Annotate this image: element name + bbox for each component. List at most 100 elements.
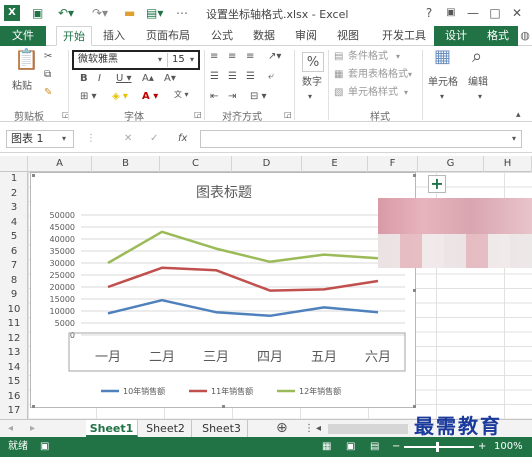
row-header[interactable]: 15: [0, 375, 28, 389]
paste-icon[interactable]: 📋: [14, 49, 39, 69]
zoom-slider-thumb[interactable]: [436, 442, 439, 452]
italic-icon[interactable]: I: [98, 72, 101, 86]
sheet-tab[interactable]: Sheet1: [86, 420, 138, 437]
chevron-down-icon[interactable]: ▾: [440, 90, 444, 104]
select-all-corner[interactable]: [0, 156, 28, 172]
tab-page-layout[interactable]: 页面布局: [138, 26, 198, 46]
new-sheet-icon[interactable]: ⊕: [276, 421, 288, 435]
format-painter-icon[interactable]: ✎: [44, 86, 52, 100]
phonetic-icon[interactable]: 文 ▾: [174, 88, 189, 102]
row-header[interactable]: 2: [0, 187, 28, 201]
tab-format[interactable]: 格式: [478, 26, 518, 46]
normal-view-icon[interactable]: ▦: [322, 440, 331, 454]
column-header[interactable]: C: [160, 156, 232, 172]
font-name-field[interactable]: 微软雅黑: [76, 53, 168, 67]
dialog-launcher-icon[interactable]: ◲: [194, 108, 202, 122]
row-header[interactable]: 3: [0, 201, 28, 215]
align-middle-icon[interactable]: ≡: [228, 50, 236, 64]
column-header[interactable]: D: [232, 156, 302, 172]
row-header[interactable]: 12: [0, 332, 28, 346]
legend-label[interactable]: 11年销售额: [211, 386, 253, 396]
font-color-icon[interactable]: A ▾: [142, 90, 158, 104]
column-header[interactable]: H: [484, 156, 532, 172]
horizontal-scrollbar[interactable]: [328, 424, 408, 434]
macro-record-icon[interactable]: ▣: [40, 440, 49, 454]
minimize-button[interactable]: —: [464, 4, 482, 22]
page-layout-view-icon[interactable]: ▣: [346, 440, 355, 454]
series-line-0[interactable]: [107, 298, 379, 318]
save-icon[interactable]: ▣: [32, 4, 43, 22]
row-header[interactable]: 7: [0, 259, 28, 273]
find-icon[interactable]: ⌕: [472, 48, 482, 66]
folder-icon[interactable]: ▬: [124, 4, 135, 22]
tab-home[interactable]: 开始: [56, 26, 92, 46]
column-header[interactable]: E: [302, 156, 368, 172]
grow-font-icon[interactable]: A▴: [142, 72, 154, 86]
edit-button[interactable]: 编辑: [468, 76, 488, 90]
chart-title[interactable]: 图表标题: [196, 185, 252, 201]
column-header[interactable]: B: [92, 156, 160, 172]
chevron-down-icon[interactable]: ▾: [158, 53, 162, 67]
insert-function-icon[interactable]: fx: [178, 132, 187, 146]
chevron-down-icon[interactable]: ▾: [512, 132, 516, 146]
prev-sheet-icon[interactable]: ◂: [8, 422, 13, 436]
cells-icon[interactable]: ▦: [434, 48, 451, 66]
align-center-icon[interactable]: ☰: [228, 70, 237, 84]
undo-icon[interactable]: ↶▾: [58, 4, 74, 22]
legend-label[interactable]: 10年销售额: [123, 386, 165, 396]
redo-icon[interactable]: ↷▾: [92, 4, 108, 22]
next-sheet-icon[interactable]: ▸: [30, 422, 35, 436]
restore-button[interactable]: □: [486, 4, 504, 22]
zoom-out-icon[interactable]: −: [392, 440, 400, 454]
zoom-slider[interactable]: [404, 446, 474, 448]
conditional-format-button[interactable]: 条件格式: [348, 50, 388, 64]
underline-icon[interactable]: U ▾: [116, 72, 132, 86]
cells-button[interactable]: 单元格: [428, 76, 458, 90]
zoom-in-icon[interactable]: +: [478, 440, 486, 454]
formula-input[interactable]: [200, 130, 522, 148]
column-header[interactable]: A: [28, 156, 92, 172]
conditional-format-icon[interactable]: ▤: [334, 50, 343, 64]
customize-icon[interactable]: ⋯: [176, 4, 188, 22]
chevron-down-icon[interactable]: ▾: [308, 90, 312, 104]
shrink-font-icon[interactable]: A▾: [164, 72, 176, 86]
zoom-level[interactable]: 100%: [494, 440, 523, 454]
row-header[interactable]: 11: [0, 317, 28, 331]
fill-color-icon[interactable]: ◈ ▾: [112, 90, 128, 104]
row-header[interactable]: 4: [0, 216, 28, 230]
close-button[interactable]: ✕: [508, 4, 526, 22]
help-button[interactable]: ?: [420, 4, 438, 22]
tab-data[interactable]: 数据: [246, 26, 282, 46]
row-header[interactable]: 8: [0, 274, 28, 288]
line-chart[interactable]: 图表标题 50000450004000035000300002500020000…: [31, 173, 417, 409]
page-break-view-icon[interactable]: ▤: [370, 440, 379, 454]
cut-icon[interactable]: ✂: [44, 50, 52, 64]
chevron-down-icon[interactable]: ▾: [62, 132, 66, 146]
chevron-down-icon[interactable]: ▾: [404, 86, 408, 100]
enter-icon[interactable]: ✓: [150, 132, 158, 146]
cancel-icon[interactable]: ✕: [124, 132, 132, 146]
column-header[interactable]: G: [418, 156, 484, 172]
border-icon[interactable]: ⊞ ▾: [80, 90, 97, 104]
tab-developer[interactable]: 开发工具: [374, 26, 434, 46]
number-format-icon[interactable]: %: [302, 52, 324, 72]
merge-center-icon[interactable]: ⊟ ▾: [250, 90, 267, 104]
chevron-down-icon[interactable]: ▾: [478, 90, 482, 104]
table-format-button[interactable]: 套用表格格式: [348, 68, 408, 82]
chart-elements-button[interactable]: +: [428, 175, 446, 193]
row-header[interactable]: 10: [0, 303, 28, 317]
tab-file[interactable]: 文件: [0, 26, 46, 46]
bold-icon[interactable]: B: [80, 72, 88, 86]
chart-area[interactable]: 图表标题 50000 45000 40000 35000 30000 25000 20000…: [30, 172, 416, 408]
tab-review[interactable]: 审阅: [288, 26, 324, 46]
scroll-left-icon[interactable]: ◂: [316, 422, 321, 436]
chevron-down-icon[interactable]: ▾: [396, 50, 400, 64]
increase-indent-icon[interactable]: ⇥: [228, 90, 236, 104]
orientation-icon[interactable]: ↗▾: [268, 50, 281, 64]
cell-style-button[interactable]: 单元格样式: [348, 86, 398, 100]
row-header[interactable]: 1: [0, 172, 28, 186]
chevron-down-icon[interactable]: ▾: [408, 68, 412, 82]
ribbon-display-icon[interactable]: ▣: [442, 4, 460, 22]
dialog-launcher-icon[interactable]: ◲: [284, 108, 292, 122]
preview-icon[interactable]: ▤▾: [146, 4, 163, 22]
